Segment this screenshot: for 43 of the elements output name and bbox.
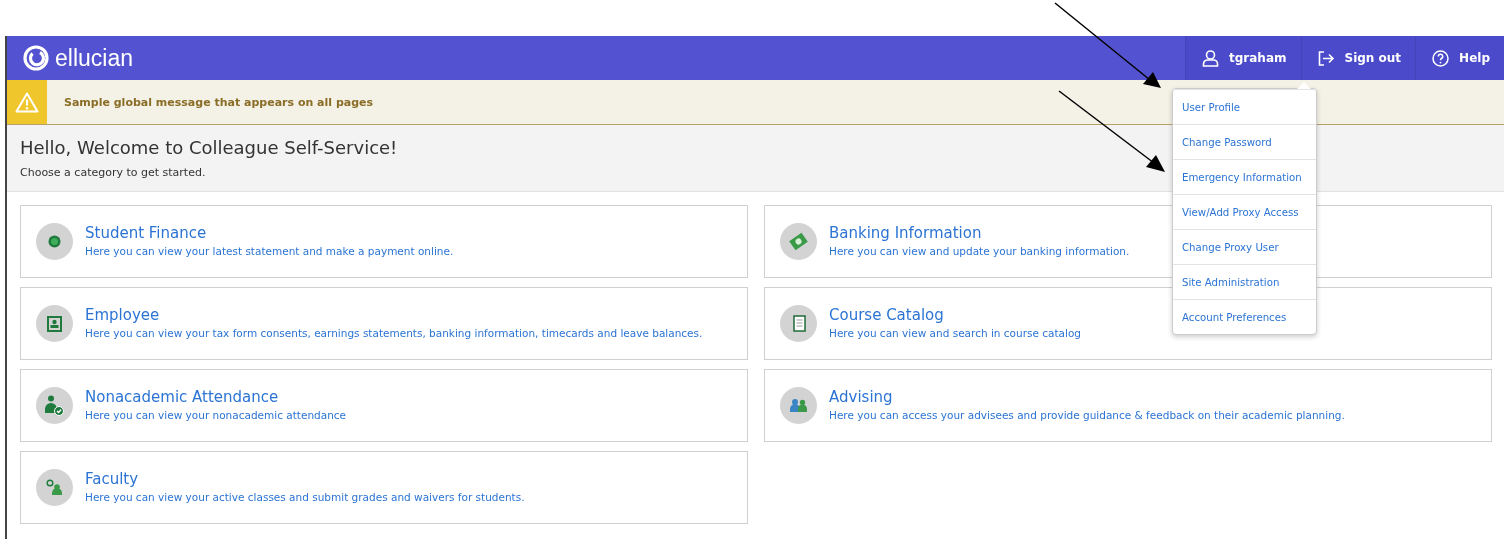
menu-item[interactable]: User Profile bbox=[1173, 89, 1316, 124]
user-menu-button[interactable]: tgraham bbox=[1185, 36, 1301, 80]
category-card[interactable]: Nonacademic Attendance Here you can view your nonacademic attendance bbox=[20, 369, 748, 442]
welcome-subtitle: Choose a category to get started. bbox=[20, 166, 206, 179]
card-description: Here you can view your active classes and submit grades and waivers for students. bbox=[85, 491, 525, 503]
category-card[interactable]: Faculty Here you can view your active classes and submit grades and waivers for students. bbox=[20, 451, 748, 524]
card-title: Course Catalog bbox=[829, 306, 945, 324]
menu-item[interactable]: View/Add Proxy Access bbox=[1173, 194, 1316, 229]
card-description: Here you can access your advisees and provide guidance & feedback on their academic planning. bbox=[829, 409, 1345, 421]
sign-out-button[interactable]: Sign out bbox=[1300, 36, 1416, 80]
cash-icon bbox=[780, 223, 817, 260]
help-icon bbox=[1432, 49, 1450, 67]
user-icon bbox=[1202, 49, 1219, 67]
category-card[interactable]: Employee Here you can view your tax form consents, earnings statements, banking information, timecards and leave balances. bbox=[20, 287, 748, 360]
card-title: Advising bbox=[829, 388, 894, 406]
card-description: Here you can view and search in course catalog bbox=[829, 327, 1081, 339]
help-button[interactable]: Help bbox=[1415, 36, 1504, 80]
banner-message: Sample global message that appears on all pages bbox=[64, 95, 374, 109]
id-badge-icon bbox=[36, 305, 73, 342]
card-title: Student Finance bbox=[85, 224, 208, 242]
card-description: Here you can view your latest statement and make a payment online. bbox=[85, 245, 454, 257]
menu-item[interactable]: Site Administration bbox=[1173, 264, 1316, 299]
card-title: Nonacademic Attendance bbox=[85, 388, 280, 406]
card-title: Banking Information bbox=[829, 224, 983, 242]
menu-item[interactable]: Change Password bbox=[1173, 124, 1316, 159]
logo-text: ellucian bbox=[55, 44, 133, 72]
people-icon bbox=[780, 387, 817, 424]
card-description: Here you can view and update your banking information. bbox=[829, 245, 1130, 257]
notebook-icon bbox=[780, 305, 817, 342]
warning-icon bbox=[15, 91, 39, 113]
menu-item[interactable]: Account Preferences bbox=[1173, 299, 1316, 334]
card-title: Faculty bbox=[85, 470, 140, 488]
card-title: Employee bbox=[85, 306, 161, 324]
menu-item[interactable]: Change Proxy User bbox=[1173, 229, 1316, 264]
welcome-title: Hello, Welcome to Colleague Self-Service! bbox=[20, 137, 398, 158]
card-description: Here you can view your nonacademic attendance bbox=[85, 409, 347, 421]
sign-out-icon bbox=[1317, 50, 1335, 66]
card-description: Here you can view your tax form consents, earnings statements, banking information, timecards and leave balances. bbox=[85, 327, 703, 339]
category-card[interactable]: Advising Here you can access your advisees and provide guidance & feedback on their academic planning. bbox=[764, 369, 1492, 442]
person-check-icon bbox=[36, 387, 73, 424]
menu-item[interactable]: Emergency Information bbox=[1173, 159, 1316, 194]
logo-icon bbox=[23, 45, 49, 71]
category-card[interactable]: Student Finance Here you can view your latest statement and make a payment online. bbox=[20, 205, 748, 278]
